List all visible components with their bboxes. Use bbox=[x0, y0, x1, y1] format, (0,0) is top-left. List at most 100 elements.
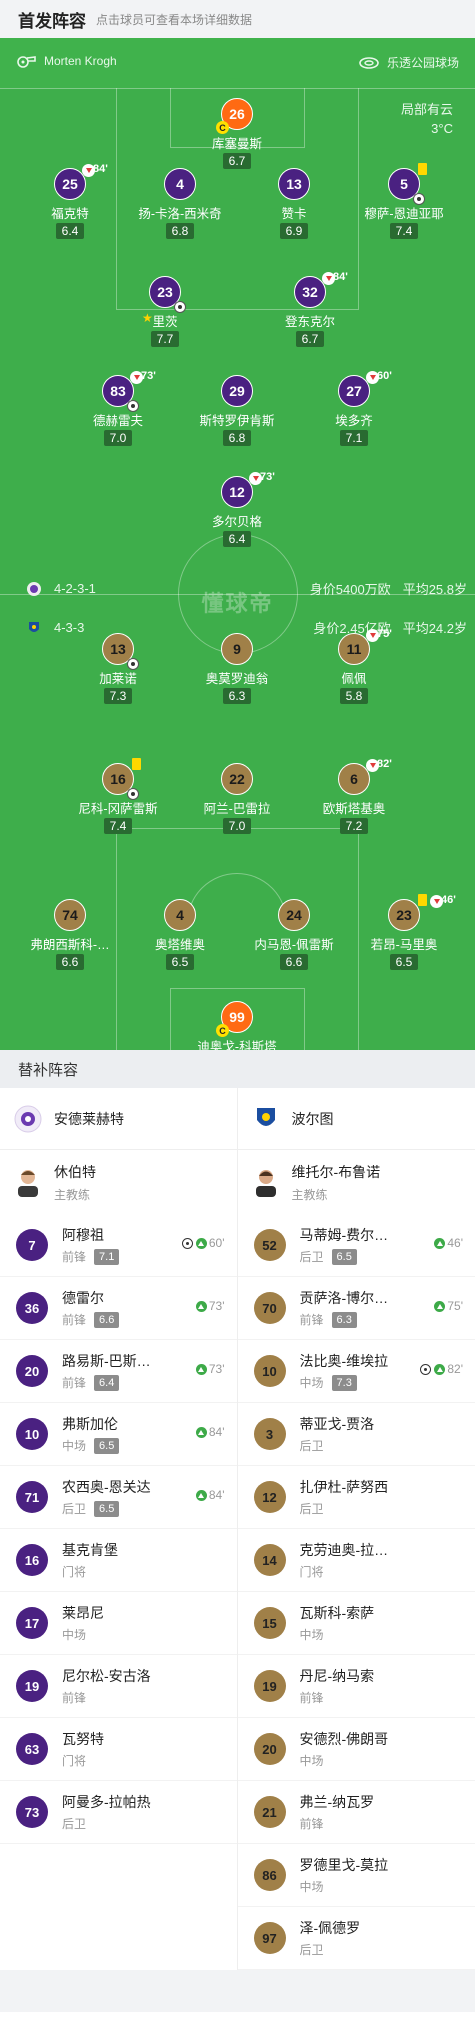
sub-name: 克劳迪奥-拉… bbox=[299, 1542, 389, 1558]
sub-rating: 6.5 bbox=[331, 1248, 357, 1265]
sub-rating: 7.1 bbox=[94, 1248, 120, 1265]
sub-event: 73' bbox=[195, 1299, 225, 1313]
sub-player-row[interactable]: 70 贡萨洛-博尔… 前锋 6.3 75' bbox=[237, 1277, 475, 1340]
sub-player-row[interactable]: 3 蒂亚戈-贾洛 后卫 bbox=[237, 1403, 475, 1466]
sub-info: 泽-佩德罗 后卫 bbox=[300, 1918, 468, 1958]
away-team-name: 波尔图 bbox=[291, 1110, 334, 1127]
sub-meta: 前锋 bbox=[300, 1815, 468, 1832]
away-player[interactable]: 11 75' 佩佩 5.8 bbox=[294, 628, 414, 705]
sub-player-row[interactable]: 20 路易斯-巴斯… 前锋 6.4 73' bbox=[0, 1340, 237, 1403]
away-player[interactable]: 13 加莱诺 7.3 bbox=[58, 633, 178, 705]
away-player[interactable]: 24 内马恩-佩雷斯 6.6 bbox=[234, 899, 354, 971]
sub-event: 82' bbox=[420, 1362, 463, 1376]
sub-event: 73' bbox=[195, 1362, 225, 1376]
sub-player-row[interactable]: 73 阿曼多-拉帕热 后卫 bbox=[0, 1781, 237, 1844]
player-name: 赞卡 bbox=[281, 207, 307, 221]
player-name: 内马恩-佩雷斯 bbox=[254, 938, 334, 952]
home-player[interactable]: 27 60' 埃多齐 7.1 bbox=[294, 370, 414, 447]
sub-meta: 后卫 6.5 bbox=[62, 1500, 229, 1517]
home-player[interactable]: 4 扬-卡洛-西米奇 6.8 bbox=[120, 168, 240, 240]
home-team-info: 4-2-3-1 身价5400万欧 平均25.8岁 bbox=[26, 579, 467, 598]
sub-out-time: 46' bbox=[441, 894, 456, 906]
away-player[interactable]: 4 奥塔维奥 6.5 bbox=[120, 899, 240, 971]
sub-info: 克劳迪奥-拉… 门将 bbox=[300, 1540, 468, 1580]
home-player[interactable]: 83 73' 德赫雷夫 7.0 bbox=[58, 370, 178, 447]
sub-player-row[interactable]: 17 莱昂尼 中场 bbox=[0, 1592, 237, 1655]
player-number: 99 C bbox=[216, 1001, 253, 1037]
away-player[interactable]: 6 82' 欧斯塔基奥 7.2 bbox=[294, 758, 414, 835]
sub-rating: 6.5 bbox=[94, 1500, 120, 1517]
sub-name: 阿曼多-拉帕热 bbox=[62, 1794, 151, 1810]
sub-rating: 6.3 bbox=[331, 1311, 357, 1328]
away-player[interactable]: 74 弗朗西斯科-… 6.6 bbox=[10, 899, 130, 971]
sub-meta: 中场 6.5 bbox=[62, 1437, 229, 1454]
sub-in-icon bbox=[195, 1237, 207, 1249]
away-player[interactable]: 22 阿兰-巴雷拉 7.0 bbox=[177, 763, 297, 835]
away-player[interactable]: 9 奥莫罗迪翁 6.3 bbox=[177, 633, 297, 705]
sub-number: 86 bbox=[253, 1859, 286, 1891]
player-rating: 7.3 bbox=[103, 688, 133, 704]
sub-in-icon bbox=[434, 1300, 446, 1312]
home-player[interactable]: 29 斯特罗伊肯斯 6.8 bbox=[177, 375, 297, 447]
home-player[interactable]: 12 73' 多尔贝格 6.4 bbox=[177, 471, 297, 548]
player-name: 扬-卡洛-西米奇 bbox=[138, 207, 222, 221]
sub-position: 前锋 bbox=[62, 1250, 87, 1264]
player-rating: 6.4 bbox=[222, 531, 252, 547]
away-player[interactable]: 16 尼科-冈萨雷斯 7.4 bbox=[58, 758, 178, 835]
player-number: 13 bbox=[102, 633, 139, 670]
sub-player-row[interactable]: 20 安德烈-佛朗哥 中场 bbox=[237, 1718, 475, 1781]
sub-player-row[interactable]: 7 阿穆祖 前锋 7.1 60' bbox=[0, 1214, 237, 1277]
home-player[interactable]: 25 84' 福克特 6.4 bbox=[10, 163, 130, 240]
home-coach[interactable]: 休伯特 主教练 bbox=[0, 1150, 237, 1214]
sub-name: 尼尔松-安古洛 bbox=[62, 1668, 151, 1684]
sub-info: 安德烈-佛朗哥 中场 bbox=[300, 1729, 468, 1769]
sub-player-row[interactable]: 52 马蒂姆-费尔… 后卫 6.5 46' bbox=[237, 1214, 475, 1277]
ball-icon bbox=[174, 301, 186, 313]
sub-player-row[interactable]: 71 农西奥-恩关达 后卫 6.5 84' bbox=[0, 1466, 237, 1529]
sub-player-row[interactable]: 19 丹尼-纳马索 前锋 bbox=[237, 1655, 475, 1718]
sub-player-row[interactable]: 63 瓦努特 门将 bbox=[0, 1718, 237, 1781]
player-name: 尼科-冈萨雷斯 bbox=[78, 802, 158, 816]
player-number: 32 84' bbox=[294, 271, 348, 308]
sub-event: 84' bbox=[195, 1488, 225, 1502]
sub-player-row[interactable]: 97 泽-佩德罗 后卫 bbox=[237, 1907, 475, 1970]
coach-avatar-icon bbox=[255, 1170, 276, 1197]
subs-title: 替补阵容 bbox=[0, 1050, 475, 1088]
home-player[interactable]: 13 赞卡 6.9 bbox=[234, 168, 354, 240]
player-name: 登东克尔 bbox=[284, 315, 335, 329]
sub-player-row[interactable]: 10 法比奥-维埃拉 中场 7.3 82' bbox=[237, 1340, 475, 1403]
sub-player-row[interactable]: 36 德雷尔 前锋 6.6 73' bbox=[0, 1277, 237, 1340]
player-rating: 7.2 bbox=[339, 818, 369, 834]
sub-player-row[interactable]: 16 基克肯堡 门将 bbox=[0, 1529, 237, 1592]
ball-icon bbox=[127, 658, 139, 670]
sub-number: 70 bbox=[253, 1292, 286, 1324]
sub-number: 36 bbox=[16, 1292, 48, 1324]
sub-position: 门将 bbox=[299, 1565, 324, 1579]
sub-player-row[interactable]: 15 瓦斯科-索萨 中场 bbox=[237, 1592, 475, 1655]
sub-player-row[interactable]: 12 扎伊杜-萨努西 后卫 bbox=[237, 1466, 475, 1529]
home-player[interactable]: 26 C 库塞曼斯 6.7 bbox=[177, 98, 297, 170]
sub-player-row[interactable]: 10 弗斯加伦 中场 6.5 84' bbox=[0, 1403, 237, 1466]
away-player[interactable]: 99C迪奥戈-科斯塔6.6 bbox=[177, 1001, 297, 1050]
home-player[interactable]: 5 穆萨-恩迪亚耶 7.4 bbox=[344, 163, 464, 240]
sub-position: 门将 bbox=[62, 1565, 87, 1579]
away-coach[interactable]: 维托尔-布鲁诺 主教练 bbox=[238, 1150, 475, 1214]
sub-out-time: 84' bbox=[93, 163, 108, 175]
sub-player-row[interactable]: 19 尼尔松-安古洛 前锋 bbox=[0, 1655, 237, 1718]
home-player[interactable]: 23 ★ 里茨 7.7 bbox=[105, 276, 225, 348]
player-name: 奥塔维奥 bbox=[154, 938, 205, 952]
away-team-row[interactable]: 波尔图 bbox=[237, 1088, 475, 1150]
home-player[interactable]: 32 84' 登东克尔 6.7 bbox=[250, 271, 370, 348]
away-player[interactable]: 23 46' 若昂-马里奥 6.5 bbox=[344, 894, 464, 971]
home-team-row[interactable]: 安德莱赫特 bbox=[0, 1088, 237, 1150]
sub-meta: 中场 bbox=[300, 1752, 468, 1769]
sub-in-icon bbox=[434, 1363, 446, 1375]
sub-player-row[interactable]: 14 克劳迪奥-拉… 门将 bbox=[237, 1529, 475, 1592]
sub-name: 扎伊杜-萨努西 bbox=[299, 1479, 389, 1495]
player-number: 11 75' bbox=[338, 628, 392, 665]
sub-info: 蒂亚戈-贾洛 后卫 bbox=[300, 1414, 468, 1454]
sub-meta: 中场 bbox=[300, 1626, 468, 1643]
sub-player-row[interactable]: 21 弗兰-纳瓦罗 前锋 bbox=[237, 1781, 475, 1844]
sub-position: 后卫 bbox=[62, 1502, 87, 1516]
sub-player-row[interactable]: 86 罗德里戈-莫拉 中场 bbox=[237, 1844, 475, 1907]
